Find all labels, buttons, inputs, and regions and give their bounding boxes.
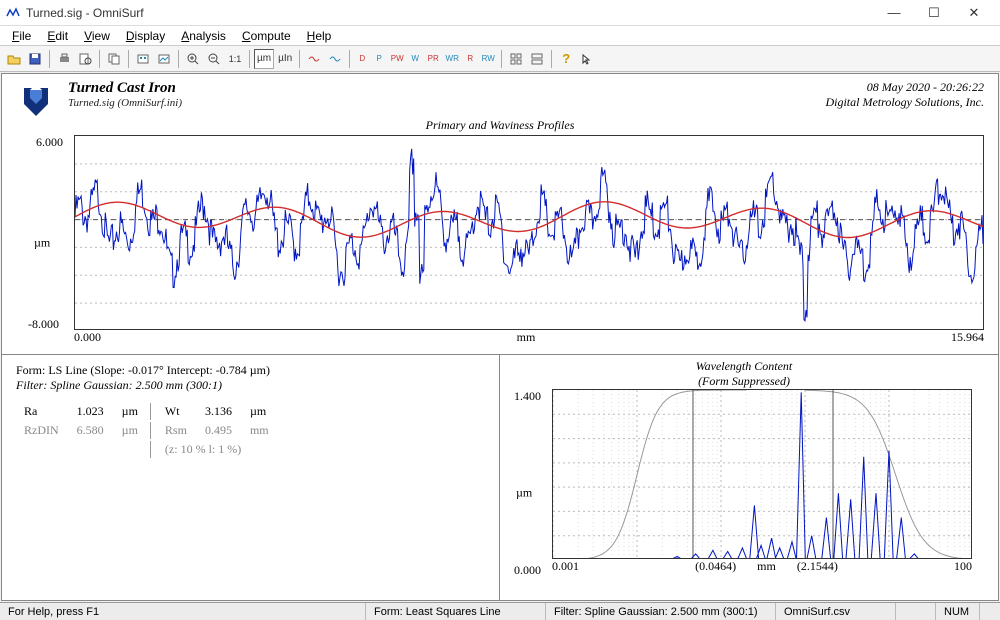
param-note: (z: 10 % l: 1 %) — [150, 441, 279, 458]
wt-unit: µm — [244, 403, 279, 420]
print-preview-icon[interactable] — [75, 49, 95, 69]
rsm-value: 0.495 — [199, 422, 242, 439]
rzdin-value: 6.580 — [71, 422, 114, 439]
open-icon[interactable] — [4, 49, 24, 69]
ra-value: 1.023 — [71, 403, 114, 420]
close-button[interactable]: ✕ — [954, 1, 994, 25]
xtick-max: 15.964 — [951, 330, 984, 345]
settings-icon[interactable] — [133, 49, 153, 69]
btn-p[interactable]: P — [371, 49, 387, 69]
titlebar: Turned.sig - OmniSurf — ☐ ✕ — [0, 0, 1000, 26]
content-area: Turned Cast Iron Turned.sig (OmniSurf.in… — [1, 73, 999, 601]
btn-w[interactable]: W — [407, 49, 423, 69]
main-chart[interactable]: 6.000 µm -8.000 0.000 mm 15.964 — [16, 135, 984, 350]
header-company: Digital Metrology Solutions, Inc. — [825, 95, 984, 110]
minimize-button[interactable]: — — [874, 1, 914, 25]
menu-edit[interactable]: Edit — [39, 27, 76, 45]
wl-xlabel: mm — [757, 559, 776, 573]
status-help: For Help, press F1 — [0, 603, 366, 620]
pointer-help-icon[interactable] — [577, 49, 597, 69]
save-icon[interactable] — [25, 49, 45, 69]
header-row: Turned Cast Iron Turned.sig (OmniSurf.in… — [2, 74, 998, 122]
status-file: OmniSurf.csv — [776, 603, 896, 620]
layout-grid-icon[interactable] — [506, 49, 526, 69]
rsm-label: Rsm — [150, 422, 197, 439]
rsm-unit: mm — [244, 422, 279, 439]
menu-help[interactable]: Help — [299, 27, 340, 45]
status-form: Form: Least Squares Line — [366, 603, 546, 620]
bottom-row: Form: LS Line (Slope: -0.017° Intercept:… — [2, 354, 998, 600]
help-icon[interactable]: ? — [556, 49, 576, 69]
menu-compute[interactable]: Compute — [234, 27, 299, 45]
profile-2-icon[interactable] — [325, 49, 345, 69]
zoom-in-icon[interactable] — [183, 49, 203, 69]
app-icon — [6, 6, 20, 20]
btn-rw[interactable]: RW — [479, 49, 497, 69]
wl-ytick-max: 1.400 — [514, 389, 541, 404]
parameter-table: Ra 1.023 µm Wt 3.136 µm RzDIN 6.580 µm R… — [16, 401, 281, 460]
wavelength-title1: Wavelength Content — [504, 359, 984, 374]
btn-pr[interactable]: PR — [424, 49, 442, 69]
zoom-out-icon[interactable] — [204, 49, 224, 69]
header-datetime: 08 May 2020 - 20:26:22 — [825, 80, 984, 95]
xtick-min: 0.000 — [74, 330, 101, 345]
toolbar: 1:1 µm µIn D P PW W PR WR R RW ? — [0, 46, 1000, 72]
wt-label: Wt — [150, 403, 197, 420]
wl-xtick-min: 0.001 — [552, 559, 579, 574]
wavelength-chart-canvas[interactable] — [552, 389, 972, 559]
ra-unit: µm — [116, 403, 148, 420]
window-controls: — ☐ ✕ — [874, 1, 994, 25]
statusbar: For Help, press F1 Form: Least Squares L… — [0, 602, 1000, 620]
btn-wr[interactable]: WR — [443, 49, 461, 69]
menu-analysis[interactable]: Analysis — [173, 27, 234, 45]
zoom-reset-icon[interactable]: 1:1 — [225, 49, 245, 69]
logo-icon — [16, 80, 56, 120]
layout-rows-icon[interactable] — [527, 49, 547, 69]
form-line: Form: LS Line (Slope: -0.017° Intercept:… — [16, 363, 485, 378]
unit-um-button[interactable]: µm — [254, 49, 274, 69]
wl-ytick-min: 0.000 — [514, 563, 541, 578]
wl-marker1: (0.0464) — [695, 559, 736, 573]
main-chart-ylabel: µm — [34, 235, 50, 250]
menu-view[interactable]: View — [76, 27, 118, 45]
unit-uin-button[interactable]: µIn — [275, 49, 295, 69]
maximize-button[interactable]: ☐ — [914, 1, 954, 25]
chart-options-icon[interactable] — [154, 49, 174, 69]
filter-line: Filter: Spline Gaussian: 2.500 mm (300:1… — [16, 378, 485, 393]
page-subtitle: Turned.sig (OmniSurf.ini) — [68, 97, 825, 109]
ra-label: Ra — [18, 403, 69, 420]
main-chart-xlabel: mm — [101, 330, 951, 345]
ytick-min: -8.000 — [28, 317, 59, 332]
main-chart-title: Primary and Waviness Profiles — [2, 118, 998, 133]
copy-icon[interactable] — [104, 49, 124, 69]
status-filter: Filter: Spline Gaussian: 2.500 mm (300:1… — [546, 603, 776, 620]
ytick-max: 6.000 — [36, 135, 63, 150]
wt-value: 3.136 — [199, 403, 242, 420]
print-icon[interactable] — [54, 49, 74, 69]
form-filter-panel: Form: LS Line (Slope: -0.017° Intercept:… — [2, 355, 500, 600]
menubar: File Edit View Display Analysis Compute … — [0, 26, 1000, 46]
rzdin-unit: µm — [116, 422, 148, 439]
window-title: Turned.sig - OmniSurf — [26, 6, 874, 20]
btn-pw[interactable]: PW — [388, 49, 406, 69]
main-chart-canvas[interactable] — [74, 135, 984, 330]
wl-xtick-max: 100 — [954, 559, 972, 574]
btn-r[interactable]: R — [462, 49, 478, 69]
menu-display[interactable]: Display — [118, 27, 173, 45]
wl-marker2: (2.1544) — [797, 559, 838, 573]
menu-file[interactable]: File — [4, 27, 39, 45]
rzdin-label: RzDIN — [18, 422, 69, 439]
profile-1-icon[interactable] — [304, 49, 324, 69]
wl-ylabel: µm — [516, 485, 532, 500]
wavelength-title2: (Form Suppressed) — [504, 374, 984, 389]
wavelength-panel: Wavelength Content (Form Suppressed) 1.4… — [500, 355, 998, 600]
status-num: NUM — [936, 603, 980, 620]
btn-d[interactable]: D — [354, 49, 370, 69]
page-title: Turned Cast Iron — [68, 80, 825, 97]
